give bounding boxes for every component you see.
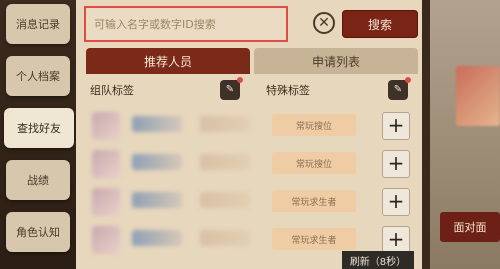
player-name-blurred xyxy=(132,230,182,246)
right-card-image xyxy=(456,66,500,126)
role-tag: 常玩搜位 xyxy=(272,152,356,174)
role-tag: 常玩搜位 xyxy=(272,114,356,136)
search-button[interactable]: 搜索 xyxy=(342,10,418,38)
player-info-blurred xyxy=(200,192,250,208)
player-info-blurred xyxy=(200,154,250,170)
refresh-button[interactable]: 刷新（8秒） xyxy=(342,251,414,269)
search-input[interactable] xyxy=(92,16,286,32)
list-item: 常玩求生者 + xyxy=(90,184,416,220)
add-friend-button[interactable]: + xyxy=(382,226,410,254)
list-item: 常玩搜位 + xyxy=(90,146,416,182)
sidebar-item-profile[interactable]: 个人档案 xyxy=(6,56,70,96)
player-name-blurred xyxy=(132,116,182,132)
player-info-blurred xyxy=(200,116,250,132)
sidebar-item-messages[interactable]: 消息记录 xyxy=(6,4,70,44)
team-tag-edit-icon[interactable]: ✎ xyxy=(220,77,243,100)
role-tag: 常玩求生者 xyxy=(272,190,356,212)
special-tag-edit-icon[interactable]: ✎ xyxy=(388,77,411,100)
sidebar-item-character[interactable]: 角色认知 xyxy=(6,212,70,252)
filter-row: 组队标签 ✎ 特殊标签 ✎ xyxy=(90,77,416,102)
player-name-blurred xyxy=(132,192,182,208)
tab-recommended[interactable]: 推荐人员 xyxy=(86,48,250,74)
add-friend-button[interactable]: + xyxy=(382,112,410,140)
close-icon[interactable]: ✕ xyxy=(313,12,335,34)
sidebar-item-find-friends[interactable]: 查找好友 xyxy=(4,108,74,148)
avatar xyxy=(92,112,120,140)
add-friend-button[interactable]: + xyxy=(382,150,410,178)
face-to-face-button[interactable]: 面对面 xyxy=(440,212,500,242)
search-field[interactable] xyxy=(84,6,288,42)
avatar xyxy=(92,188,120,216)
avatar xyxy=(92,226,120,254)
special-tag-label: 特殊标签 xyxy=(266,84,310,97)
role-tag: 常玩求生者 xyxy=(272,228,356,250)
player-name-blurred xyxy=(132,154,182,170)
sidebar: 消息记录 个人档案 查找好友 战绩 角色认知 xyxy=(0,0,80,269)
tab-bar: 推荐人员 申请列表 xyxy=(86,48,418,74)
sidebar-item-record[interactable]: 战绩 xyxy=(6,160,70,200)
avatar xyxy=(92,150,120,178)
team-tag-label: 组队标签 xyxy=(90,84,134,97)
list-item: 常玩搜位 + xyxy=(90,108,416,144)
tab-applications[interactable]: 申请列表 xyxy=(254,48,418,74)
player-info-blurred xyxy=(200,230,250,246)
recommended-list: 常玩搜位 + 常玩搜位 + 常玩求生者 + 常玩求生者 + xyxy=(90,108,416,268)
add-friend-button[interactable]: + xyxy=(382,188,410,216)
